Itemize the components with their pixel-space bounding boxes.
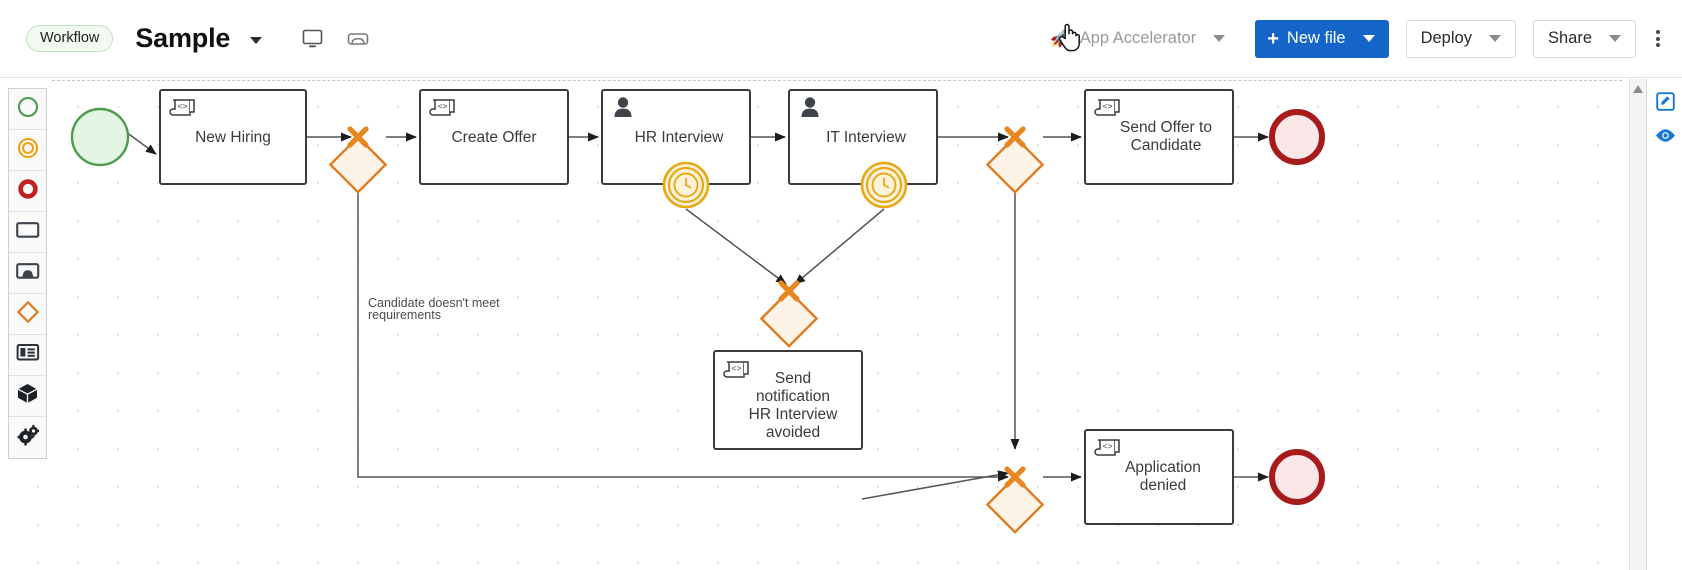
task-new-hiring[interactable]: <> New Hiring: [159, 89, 307, 185]
chevron-down-icon[interactable]: [1609, 35, 1621, 42]
app-accelerator-label: App Accelerator: [1079, 29, 1197, 47]
svg-text:<>: <>: [1103, 441, 1113, 451]
task-label: Send: [775, 370, 811, 387]
task-label: Send Offer to: [1120, 119, 1212, 136]
kebab-menu-icon[interactable]: [1656, 30, 1660, 47]
task-label: Create Offer: [451, 129, 536, 146]
diamond-orange-icon: [16, 300, 40, 329]
task-it-interview[interactable]: IT Interview: [788, 89, 938, 185]
device-icon[interactable]: [347, 30, 369, 48]
start-event-tool[interactable]: [9, 89, 46, 130]
share-button[interactable]: Share: [1532, 19, 1636, 58]
task-label: HR Interview: [635, 129, 725, 146]
edge-label-line: requirements: [368, 308, 441, 322]
svg-text:<>: <>: [178, 101, 188, 111]
task-label: Candidate: [1131, 137, 1202, 154]
circle-green-icon: [17, 96, 39, 123]
gears-icon: [16, 424, 40, 452]
task-tool[interactable]: [9, 212, 46, 253]
triangle-up-icon[interactable]: [1633, 85, 1643, 93]
task-label: avoided: [766, 424, 820, 441]
task-label: IT Interview: [826, 129, 907, 146]
right-toolbar: [1646, 79, 1682, 570]
start-event[interactable]: [70, 107, 130, 167]
timer-boundary-event-hr[interactable]: [662, 161, 710, 209]
monitor-icon[interactable]: [302, 29, 323, 49]
header-actions: 🚀 App Accelerator + New file Deploy Shar…: [1049, 19, 1682, 58]
workflow-type-badge: Workflow: [26, 24, 114, 53]
task-application-denied[interactable]: <> Application denied: [1084, 429, 1234, 525]
cube-icon: [16, 382, 39, 410]
intermediate-event-tool[interactable]: [9, 130, 46, 171]
element-palette: [8, 88, 47, 459]
double-circle-orange-icon: [17, 137, 39, 164]
task-send-offer[interactable]: <> Send Offer to Candidate: [1084, 89, 1234, 185]
task-send-notification[interactable]: <> Send notification HR Interview avoide…: [713, 350, 863, 450]
new-file-label: New file: [1286, 29, 1346, 47]
chevron-down-icon[interactable]: [250, 36, 263, 44]
circle-red-thick-icon: [17, 178, 39, 205]
svg-text:<>: <>: [438, 101, 448, 111]
share-label: Share: [1547, 29, 1592, 47]
deploy-button[interactable]: Deploy: [1405, 19, 1516, 58]
end-event-1[interactable]: [1269, 109, 1325, 165]
exclusive-gateway-4[interactable]: [985, 466, 1045, 534]
diagram-canvas[interactable]: <> New Hiring <> Create Offer HR Intervi…: [0, 79, 1682, 570]
svg-text:<>: <>: [1103, 101, 1113, 111]
edit-properties-button[interactable]: [1647, 87, 1682, 121]
exclusive-gateway-2[interactable]: [985, 126, 1045, 194]
new-file-button[interactable]: + New file: [1255, 19, 1389, 58]
end-event-2[interactable]: [1269, 449, 1325, 505]
preview-button[interactable]: [1647, 121, 1682, 155]
end-event-tool[interactable]: [9, 171, 46, 212]
edge-label-candidate-no-match: Candidate doesn't meet requirements: [368, 296, 500, 322]
plus-icon: +: [1267, 27, 1279, 50]
task-label: New Hiring: [195, 129, 271, 146]
chevron-down-icon[interactable]: [1362, 35, 1375, 42]
artifact-tool[interactable]: [9, 376, 46, 417]
exclusive-gateway-1[interactable]: [328, 126, 388, 194]
task-label: notification: [756, 388, 830, 405]
task-label: HR Interview: [749, 406, 839, 423]
deploy-label: Deploy: [1420, 29, 1472, 47]
chevron-down-icon[interactable]: [1213, 35, 1226, 42]
pencil-square-icon: [1655, 92, 1675, 116]
exclusive-gateway-3[interactable]: [759, 280, 819, 348]
canvas-scrollbar[interactable]: [1629, 79, 1646, 570]
task-label: denied: [1140, 477, 1187, 494]
list-box-icon: [16, 343, 40, 367]
gateway-tool[interactable]: [9, 294, 46, 335]
expanded-subprocess-icon: [15, 261, 41, 286]
timer-boundary-event-it[interactable]: [860, 161, 908, 209]
subprocess-tool[interactable]: [9, 253, 46, 294]
bpmn-diagram: <> New Hiring <> Create Offer HR Intervi…: [70, 89, 1325, 534]
mouse-cursor-pointer: [1057, 22, 1081, 57]
data-object-tool[interactable]: [9, 335, 46, 376]
rectangle-icon: [15, 220, 41, 245]
settings-tool[interactable]: [9, 417, 46, 458]
eye-icon: [1655, 128, 1676, 148]
page-title: Sample: [135, 23, 231, 53]
task-label: Application: [1125, 459, 1201, 476]
app-header: Workflow Sample 🚀 App Accelerator + New …: [0, 0, 1682, 78]
task-create-offer[interactable]: <> Create Offer: [419, 89, 569, 185]
svg-text:<>: <>: [732, 363, 742, 373]
chevron-down-icon[interactable]: [1488, 35, 1501, 42]
